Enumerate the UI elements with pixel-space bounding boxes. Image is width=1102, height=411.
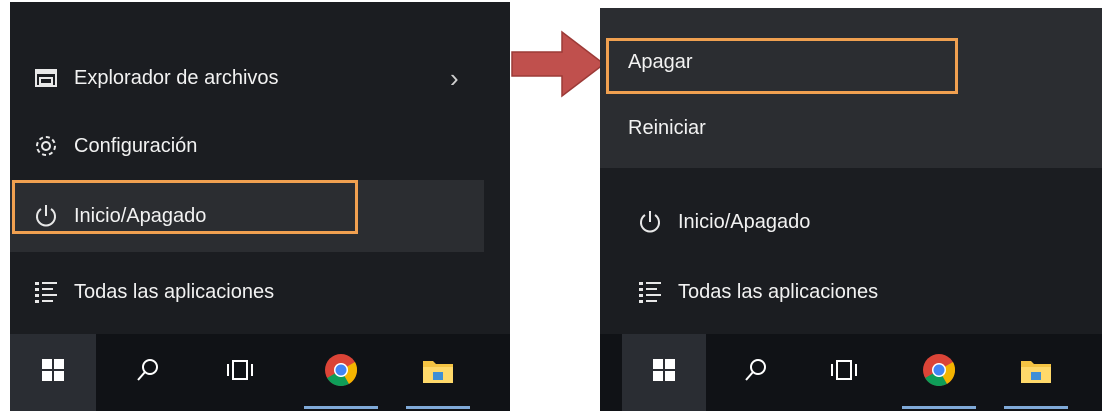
menu-item-power[interactable]: Inicio/Apagado bbox=[636, 202, 810, 242]
menu-item-label: Reiniciar bbox=[628, 116, 706, 139]
chrome-icon bbox=[921, 352, 957, 393]
menu-item-label: Configuración bbox=[74, 134, 198, 157]
menu-item-label: Inicio/Apagado bbox=[678, 210, 811, 233]
all-apps-icon bbox=[636, 278, 664, 306]
start-menu-left: Explorador de archivos › Configuración I… bbox=[10, 2, 510, 411]
chrome-button[interactable] bbox=[298, 334, 384, 411]
menu-item-all-apps[interactable]: Todas las aplicaciones bbox=[636, 272, 878, 312]
start-button[interactable] bbox=[622, 334, 706, 411]
menu-item-all-apps[interactable]: Todas las aplicaciones bbox=[32, 272, 274, 312]
menu-item-label: Todas las aplicaciones bbox=[678, 280, 879, 303]
file-explorer-folder-icon bbox=[421, 355, 455, 390]
file-explorer-taskbar-button[interactable] bbox=[998, 334, 1074, 411]
search-icon bbox=[135, 357, 161, 388]
menu-item-file-explorer[interactable]: Explorador de archivos › bbox=[32, 58, 482, 98]
task-view-button[interactable] bbox=[804, 334, 884, 411]
power-icon bbox=[636, 208, 664, 236]
task-view-icon bbox=[829, 357, 859, 388]
file-explorer-taskbar-button[interactable] bbox=[400, 334, 476, 411]
menu-item-label: Todas las aplicaciones bbox=[74, 280, 275, 303]
chrome-icon bbox=[323, 352, 359, 393]
highlight-box bbox=[12, 180, 358, 234]
search-button[interactable] bbox=[718, 334, 794, 411]
gear-icon bbox=[32, 132, 60, 160]
task-view-button[interactable] bbox=[200, 334, 280, 411]
taskbar bbox=[10, 334, 510, 411]
windows-start-icon bbox=[652, 358, 676, 387]
highlight-box bbox=[606, 38, 958, 94]
search-button[interactable] bbox=[110, 334, 186, 411]
windows-start-icon bbox=[41, 358, 65, 387]
menu-item-label: Explorador de archivos bbox=[74, 66, 279, 89]
menu-item-settings[interactable]: Configuración bbox=[32, 126, 197, 166]
search-icon bbox=[743, 357, 769, 388]
file-explorer-folder-icon bbox=[1019, 355, 1053, 390]
taskbar bbox=[600, 334, 1102, 411]
chevron-right-icon[interactable]: › bbox=[450, 63, 459, 94]
menu-item-restart[interactable]: Reiniciar bbox=[628, 112, 706, 144]
file-explorer-icon bbox=[32, 64, 60, 92]
start-button[interactable] bbox=[10, 334, 96, 411]
task-view-icon bbox=[225, 357, 255, 388]
all-apps-icon bbox=[32, 278, 60, 306]
arrow-right-icon bbox=[511, 30, 606, 98]
chrome-button[interactable] bbox=[896, 334, 982, 411]
start-menu-right: Apagar Reiniciar Inicio/Apagado Todas la… bbox=[600, 8, 1102, 411]
